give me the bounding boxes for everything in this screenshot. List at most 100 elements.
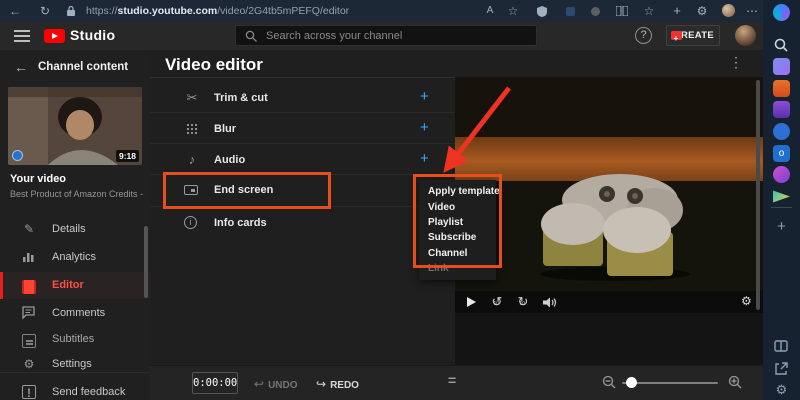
studio-brand[interactable]: Studio	[70, 27, 115, 43]
feature-row-trim-cut[interactable]: ✂ Trim & cut +	[150, 83, 455, 113]
feature-row-end-screen[interactable]: End screen	[150, 175, 455, 207]
sidebar-item-analytics[interactable]: Analytics	[0, 244, 150, 271]
collections-star-icon[interactable]: ☆	[640, 0, 658, 22]
content-scrollbar[interactable]	[756, 80, 760, 310]
zoom-slider-knob[interactable]	[626, 377, 637, 388]
zoom-out-icon[interactable]	[602, 375, 618, 391]
shield-icon[interactable]	[537, 6, 547, 17]
video-thumbnail[interactable]: 9:18	[8, 87, 142, 165]
add-blur-icon[interactable]: +	[420, 119, 429, 136]
browser-refresh-icon[interactable]: ↻	[36, 0, 54, 22]
add-trim-icon[interactable]: +	[420, 88, 429, 105]
sidebar-search-icon[interactable]	[773, 37, 790, 54]
video-duration: 9:18	[115, 150, 139, 162]
stream-video-icon[interactable]	[773, 123, 790, 140]
forward-10-icon[interactable]: ↻ 10	[515, 294, 531, 310]
search-input[interactable]	[264, 26, 524, 45]
sidebar-item-send-feedback[interactable]: ! Send feedback	[0, 379, 150, 400]
back-arrow-icon[interactable]: ←	[14, 59, 28, 75]
browser-profile-avatar[interactable]	[722, 4, 735, 17]
studio-left-sidebar: ← Channel content 9:18 Your video Best P…	[0, 50, 150, 400]
sidebar-add-icon[interactable]: +	[773, 218, 790, 235]
timeline-snap-icon[interactable]: =	[448, 372, 456, 388]
undo-label: UNDO	[268, 380, 298, 391]
player-settings-icon[interactable]: ⚙	[741, 294, 752, 308]
sidebar-scrollbar[interactable]	[144, 226, 148, 298]
channel-avatar[interactable]	[735, 25, 756, 46]
rewind-10-icon[interactable]: ↺ 10	[489, 294, 505, 310]
timeline-bar: 0:00:00 ↩ UNDO ↪ REDO =	[150, 365, 763, 400]
menu-item-apply-template[interactable]: Apply template	[419, 184, 500, 199]
sidebar-item-settings[interactable]: ⚙ Settings	[0, 351, 150, 378]
studio-header: Studio ? CREATE	[0, 22, 763, 50]
channel-search[interactable]	[235, 25, 537, 46]
split-screen-icon[interactable]	[616, 6, 628, 16]
sidebar-item-label: Comments	[52, 307, 106, 319]
sidebar-item-label: Details	[52, 223, 86, 235]
earbuds-image	[540, 174, 690, 281]
menu-item-channel[interactable]: Channel	[419, 246, 496, 261]
browser-essentials-icon[interactable]: ⚙	[693, 0, 711, 22]
undo-icon: ↩	[254, 377, 265, 391]
m365-icon[interactable]	[773, 80, 790, 97]
favorites-star-icon[interactable]: ☆	[504, 0, 522, 22]
sidebar-item-label: Editor	[52, 279, 84, 291]
redo-label: REDO	[330, 380, 359, 391]
url-prefix: https://	[86, 5, 118, 17]
open-external-icon[interactable]	[773, 360, 790, 377]
end-screen-icon	[184, 185, 198, 195]
sidebar-item-comments[interactable]: Comments	[0, 300, 150, 327]
video-frame[interactable]	[455, 77, 763, 291]
create-video-icon	[671, 29, 682, 48]
people-icon[interactable]	[773, 101, 790, 118]
bar-chart-icon	[23, 253, 34, 262]
address-bar[interactable]: https://studio.youtube.com/video/2G4tb5m…	[86, 0, 349, 22]
sidebar-settings-icon[interactable]: ⚙	[773, 381, 790, 398]
paper-plane-icon[interactable]	[773, 190, 790, 203]
feedback-icon: !	[22, 385, 36, 400]
pencil-icon: ✎	[23, 222, 35, 236]
menu-item-video[interactable]: Video	[419, 199, 496, 214]
browser-more-icon[interactable]: ⋯	[743, 0, 761, 22]
designer-icon[interactable]	[773, 166, 790, 183]
extension-icon[interactable]	[566, 7, 575, 16]
sidebar-item-subtitles[interactable]: Subtitles	[0, 326, 150, 353]
add-audio-icon[interactable]: +	[420, 150, 429, 167]
sidebar-item-details[interactable]: ✎ Details	[0, 216, 150, 243]
youtube-logo-icon[interactable]	[44, 29, 65, 43]
feature-label: Info cards	[214, 217, 267, 229]
tab-actions-icon[interactable]	[773, 338, 790, 355]
browser-back-icon[interactable]: ←	[6, 0, 24, 22]
channel-content-label[interactable]: Channel content	[38, 61, 128, 73]
create-button[interactable]: CREATE	[666, 25, 720, 48]
gear-icon: ⚙	[23, 357, 35, 371]
info-icon: i	[184, 216, 197, 229]
feature-row-info-cards[interactable]: i Info cards	[150, 208, 455, 240]
copilot-icon[interactable]	[773, 4, 790, 21]
kebab-menu-icon[interactable]: ⋮	[728, 54, 744, 71]
outlook-icon[interactable]: o	[773, 145, 790, 162]
text-size-icon[interactable]: A	[481, 0, 499, 22]
feature-row-blur[interactable]: Blur +	[150, 114, 455, 144]
menu-item-playlist[interactable]: Playlist	[419, 215, 496, 230]
zoom-in-icon[interactable]	[728, 375, 744, 391]
play-icon[interactable]	[467, 297, 476, 307]
playhead-timestamp[interactable]: 0:00:00	[192, 372, 238, 394]
hamburger-menu-icon[interactable]	[14, 30, 30, 42]
screen: ← ↻ https://studio.youtube.com/video/2G4…	[0, 0, 800, 400]
help-icon[interactable]: ?	[635, 27, 652, 44]
feature-label: Blur	[214, 123, 236, 135]
comment-icon	[22, 306, 35, 320]
volume-icon[interactable]	[543, 297, 557, 308]
scissors-icon: ✂	[186, 90, 198, 105]
undo-button[interactable]: ↩ UNDO	[254, 377, 298, 391]
sidebar-item-editor[interactable]: Editor	[0, 272, 150, 299]
extension-icon-2[interactable]	[591, 7, 600, 16]
menu-item-subscribe[interactable]: Subscribe	[419, 230, 496, 245]
shopping-icon[interactable]	[773, 58, 790, 75]
video-card-subtitle: Best Product of Amazon Credits - A...	[10, 189, 145, 199]
feature-row-audio[interactable]: ♪ Audio +	[150, 145, 455, 175]
redo-icon: ↪	[316, 377, 327, 391]
add-circle-icon[interactable]: +	[668, 0, 686, 22]
redo-button[interactable]: ↪ REDO	[316, 377, 359, 391]
